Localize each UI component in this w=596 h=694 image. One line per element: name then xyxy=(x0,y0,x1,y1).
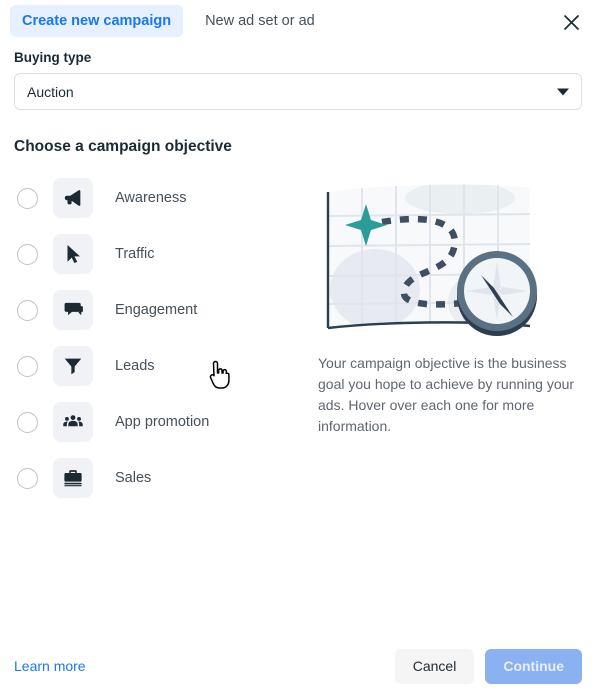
tab-new-ad-set-or-ad[interactable]: New ad set or ad xyxy=(193,5,327,38)
objective-row-awareness[interactable]: Awareness xyxy=(14,170,300,226)
continue-button[interactable]: Continue xyxy=(485,648,582,684)
close-button[interactable] xyxy=(558,9,584,35)
radio-traffic[interactable] xyxy=(17,243,38,265)
funnel-icon xyxy=(53,346,93,386)
radio-leads[interactable] xyxy=(17,355,38,377)
buying-type-label: Buying type xyxy=(14,50,92,65)
tab-create-new-campaign[interactable]: Create new campaign xyxy=(10,4,184,38)
objective-info-panel: Your campaign objective is the business … xyxy=(300,170,582,506)
learn-more-link[interactable]: Learn more xyxy=(14,658,86,674)
objective-row-sales[interactable]: Sales xyxy=(14,450,300,506)
buying-type-select[interactable]: Auction xyxy=(14,73,582,110)
objective-label: Awareness xyxy=(115,190,187,206)
radio-awareness[interactable] xyxy=(17,187,38,209)
objective-row-leads[interactable]: Leads xyxy=(14,338,300,394)
objective-row-app-promotion[interactable]: App promotion xyxy=(14,394,300,450)
objective-label: Traffic xyxy=(115,246,155,262)
radio-app-promotion[interactable] xyxy=(17,411,38,433)
dialog-header: Create new campaign New ad set or ad xyxy=(0,0,596,42)
buying-type-value: Auction xyxy=(27,83,74,100)
objective-label: Leads xyxy=(115,358,155,374)
close-icon xyxy=(563,14,580,31)
map-with-compass-illustration xyxy=(320,174,570,339)
objective-label: App promotion xyxy=(115,414,210,430)
people-group-icon xyxy=(53,402,93,442)
objective-section-title: Choose a campaign objective xyxy=(14,138,232,155)
objective-content: Awareness Traffic Engagement Leads App p… xyxy=(0,156,596,506)
objective-description: Your campaign objective is the business … xyxy=(318,355,575,434)
objective-label: Sales xyxy=(115,470,152,486)
cursor-arrow-icon xyxy=(53,234,93,274)
chat-bubbles-icon xyxy=(53,290,93,330)
objective-row-traffic[interactable]: Traffic xyxy=(14,226,300,282)
objective-label: Engagement xyxy=(115,302,198,318)
dialog-footer: Learn more Cancel Continue xyxy=(0,638,596,694)
radio-engagement[interactable] xyxy=(17,299,38,321)
cancel-button[interactable]: Cancel xyxy=(394,648,475,684)
objective-list: Awareness Traffic Engagement Leads App p… xyxy=(14,170,300,506)
buying-type-block: Buying type Auction xyxy=(0,42,596,110)
briefcase-icon xyxy=(53,458,93,498)
objective-row-engagement[interactable]: Engagement xyxy=(14,282,300,338)
megaphone-icon xyxy=(53,178,93,218)
radio-sales[interactable] xyxy=(17,467,38,489)
chevron-down-icon xyxy=(557,88,569,95)
